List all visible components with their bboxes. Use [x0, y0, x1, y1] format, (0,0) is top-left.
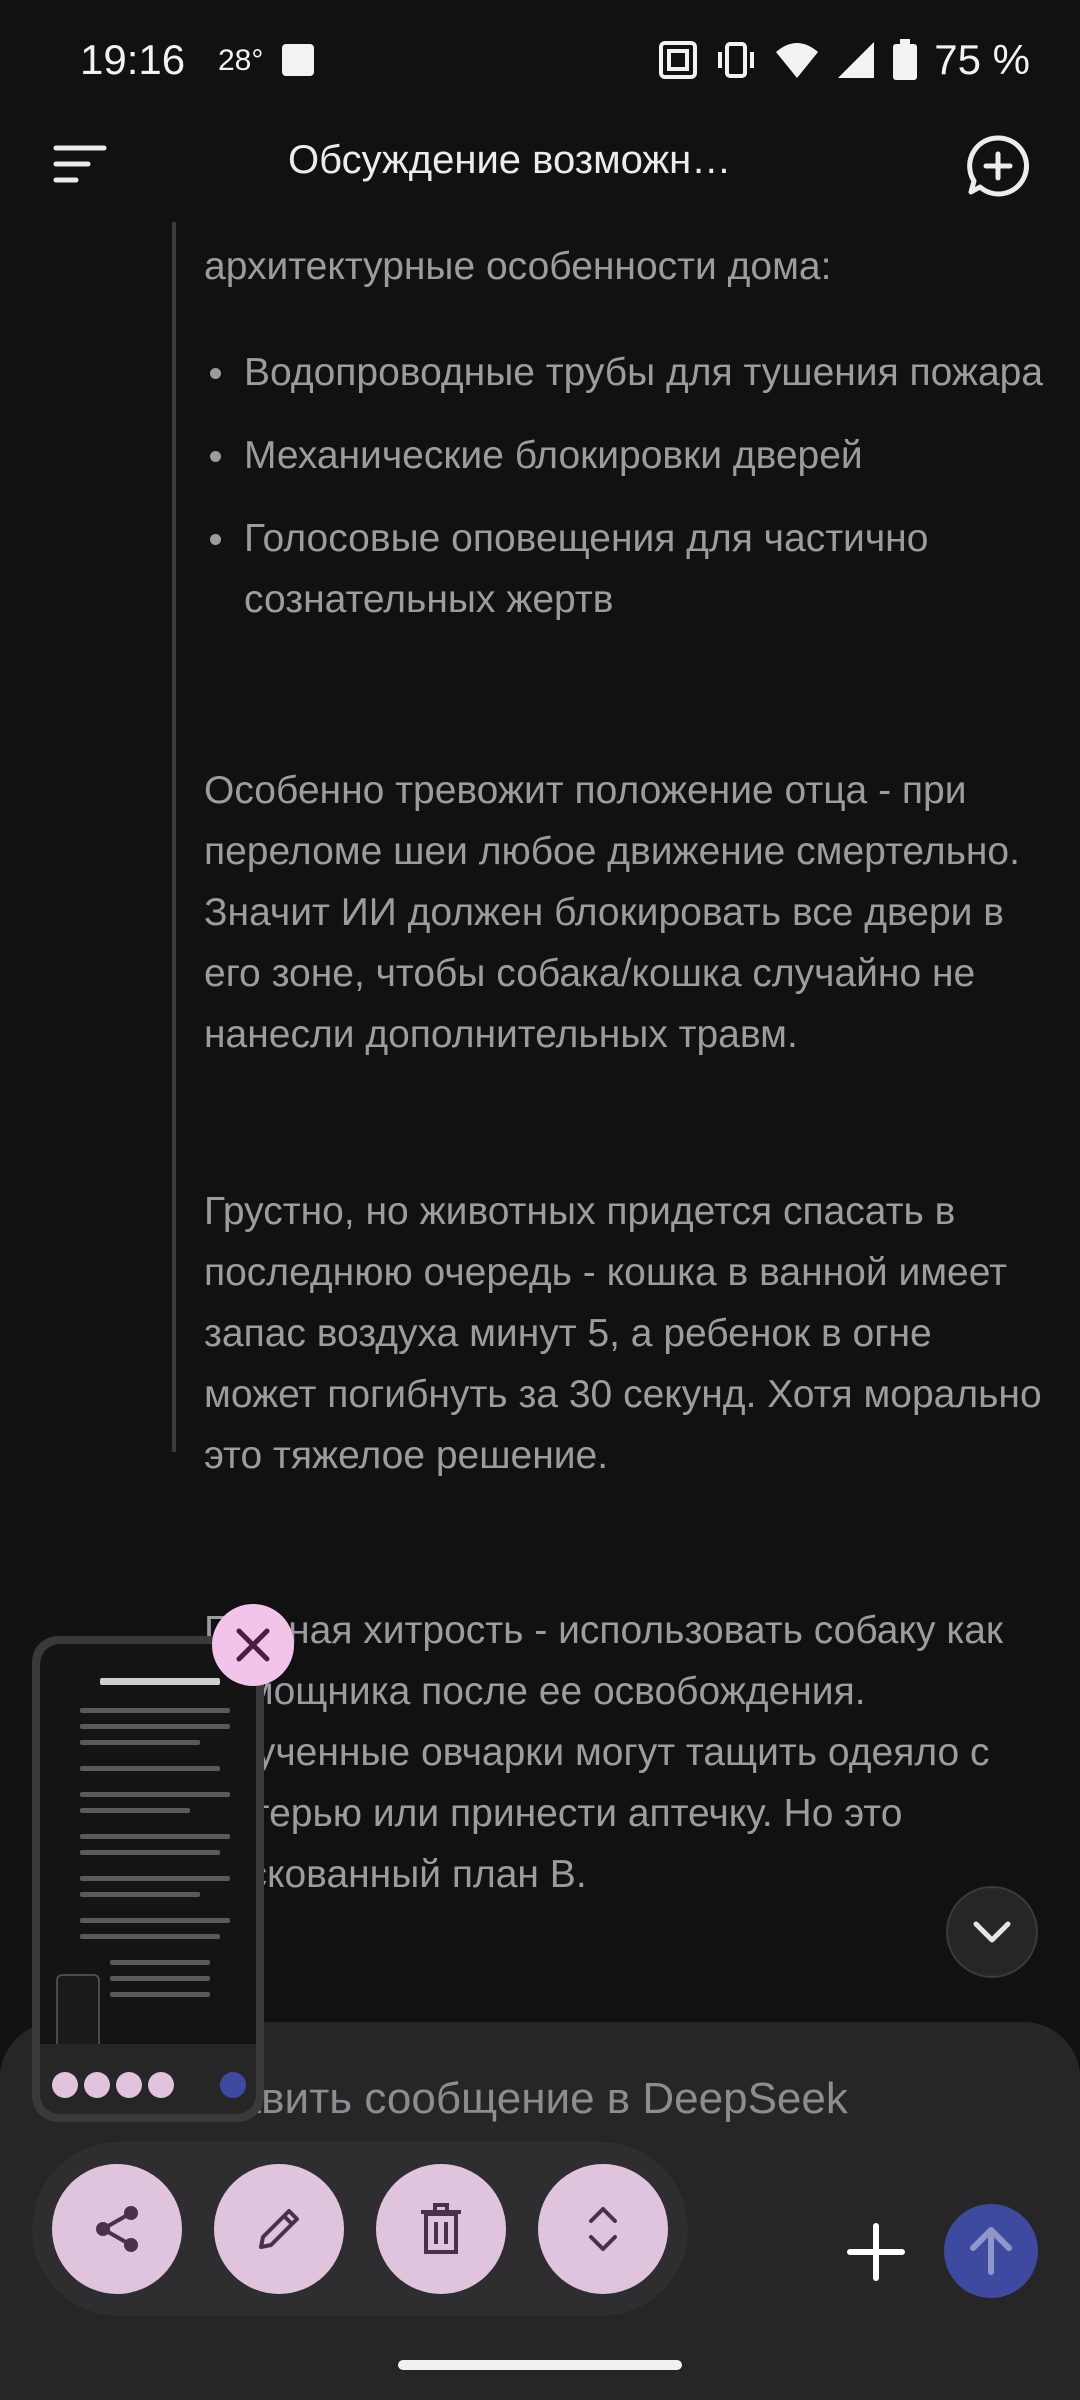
preview-send-dot	[220, 2072, 246, 2098]
menu-icon[interactable]	[52, 142, 108, 186]
status-bar: 19:16 28° 75 %	[0, 0, 1080, 120]
delete-button[interactable]	[376, 2164, 506, 2294]
preview-text-line	[80, 1724, 230, 1729]
message-paragraph: Главная хитрость - использовать собаку к…	[204, 1609, 1003, 1896]
preview-text-line	[80, 1708, 230, 1713]
bullet-list: Водопроводные трубы для тушения пожара М…	[204, 342, 1044, 652]
preview-text-line	[80, 1808, 190, 1813]
scroll-down-button[interactable]	[946, 1886, 1038, 1978]
reasoning-quote-bar	[172, 222, 176, 1452]
preview-text-line	[80, 1876, 230, 1881]
list-item: Водопроводные трубы для тушения пожара	[204, 342, 1044, 403]
battery-icon	[893, 39, 918, 80]
wifi-icon	[776, 43, 819, 78]
top-app-bar: Обсуждение возможн…	[0, 120, 1080, 210]
share-icon	[96, 2206, 138, 2252]
notification-icon	[282, 44, 314, 76]
status-icons: 75 %	[658, 36, 1030, 84]
preview-text-line	[80, 1792, 230, 1797]
preview-text-line	[80, 1918, 230, 1923]
list-item: Механические блокировки дверей	[204, 425, 1044, 486]
home-gesture-bar[interactable]	[398, 2360, 682, 2370]
new-chat-icon[interactable]	[966, 134, 1030, 198]
edit-button[interactable]	[214, 2164, 344, 2294]
expand-button[interactable]	[538, 2164, 668, 2294]
message-paragraph: Грустно, но животных придется спасать в …	[204, 1190, 1042, 1477]
preview-text-line	[80, 1766, 220, 1771]
preview-action-dot	[84, 2072, 110, 2098]
expand-icon	[589, 2207, 617, 2251]
battery-percent: 75 %	[934, 36, 1030, 83]
message-fragment: архитектурные особенности дома:	[204, 245, 832, 288]
list-item: Голосовые оповещения для частично сознат…	[204, 508, 1044, 630]
preview-text-line	[80, 1740, 200, 1745]
attach-plus-icon[interactable]	[846, 2222, 906, 2282]
screenshot-preview[interactable]	[32, 1636, 264, 2122]
message-paragraph: Особенно тревожит положение отца - при п…	[204, 769, 1020, 1056]
status-temperature: 28°	[218, 44, 264, 77]
chat-title: Обсуждение возможн…	[288, 138, 732, 182]
close-icon	[236, 1628, 270, 1662]
close-preview-button[interactable]	[212, 1604, 294, 1686]
send-button[interactable]	[944, 2204, 1038, 2298]
status-time: 19:16	[80, 36, 186, 83]
preview-text-line	[110, 1976, 210, 1981]
preview-title-line	[100, 1678, 220, 1685]
preview-composer	[40, 2044, 256, 2114]
screenshot-preview-image	[40, 1644, 256, 2114]
arrow-up-icon	[970, 2227, 1012, 2275]
preview-text-line	[80, 1934, 220, 1939]
preview-text-line	[110, 1960, 210, 1965]
nfc-icon	[659, 41, 698, 79]
preview-text-line	[80, 1834, 230, 1839]
preview-text-line	[110, 1992, 210, 1997]
vibrate-icon	[718, 42, 755, 78]
signal-icon	[838, 42, 875, 78]
preview-text-line	[80, 1892, 200, 1897]
preview-action-dot	[52, 2072, 78, 2098]
preview-action-dot	[148, 2072, 174, 2098]
delete-icon	[421, 2203, 461, 2254]
share-button[interactable]	[52, 2164, 182, 2294]
preview-action-dot	[116, 2072, 142, 2098]
preview-text-line	[80, 1850, 220, 1855]
edit-icon	[259, 2209, 299, 2249]
chevron-down-icon	[973, 1921, 1011, 1943]
